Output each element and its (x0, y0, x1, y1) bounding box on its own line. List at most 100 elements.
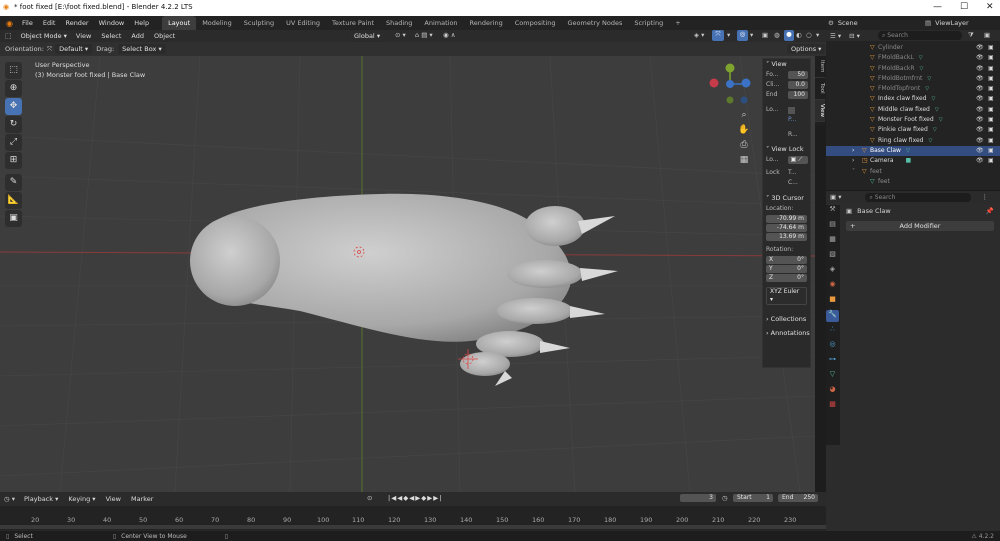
menu-edit[interactable]: Edit (38, 16, 61, 30)
outliner-search-input[interactable]: ⌕ Search (878, 31, 962, 40)
editor-type-icon[interactable]: ⬚ (0, 32, 17, 40)
constraints-tab-icon[interactable]: ⊶ (826, 355, 839, 367)
select-box-tool-icon[interactable]: ⬚ (5, 62, 22, 79)
expand-chevron-icon[interactable]: › (852, 146, 854, 156)
auto-keying-icon[interactable]: ⊙ (367, 494, 372, 502)
filter-funnel-icon[interactable]: ⧩ (968, 31, 974, 40)
tab-compositing[interactable]: Compositing (509, 16, 562, 30)
render-camera-icon[interactable]: ▣ (988, 105, 994, 115)
focal-field[interactable]: 50 (788, 71, 808, 79)
pan-hand-icon[interactable]: ✋ (738, 123, 750, 138)
object-tab-icon[interactable]: ■ (826, 295, 839, 307)
render-camera-icon[interactable]: ▣ (988, 115, 994, 125)
zoom-icon[interactable]: ⌕ (738, 108, 750, 123)
render-camera-icon[interactable]: ▣ (988, 43, 994, 53)
rotation-mode-dropdown[interactable]: XYZ Euler ▾ (766, 287, 807, 305)
overlays-dropdown-icon[interactable]: ▾ (750, 31, 753, 39)
cursor-rot-x-field[interactable]: X 0° (766, 256, 807, 264)
timeline-editor-icon[interactable]: ◷ ▾ (0, 495, 19, 503)
material-tab-icon[interactable]: ◕ (826, 385, 839, 397)
gizmo-toggle-icon[interactable]: ⤧ (712, 30, 724, 41)
outliner-item[interactable]: ▽ FMoldTopfront ▽ 👁 ▣ (826, 84, 1000, 94)
shading-wireframe-icon[interactable]: ◍ (774, 31, 780, 39)
render-camera-icon[interactable]: ▣ (988, 53, 994, 63)
visibility-eye-icon[interactable]: 👁 (976, 64, 984, 74)
render-camera-icon[interactable]: ▣ (988, 94, 994, 104)
prev-key-icon[interactable]: ◀◆ (397, 494, 409, 502)
shading-material-icon[interactable]: ◐ (796, 31, 802, 39)
visibility-eye-icon[interactable]: 👁 (976, 74, 984, 84)
outliner-editor-icon[interactable]: ☰ ▾ (826, 32, 845, 40)
tab-tool[interactable]: Tool (815, 78, 825, 100)
render-tab-icon[interactable]: ▤ (826, 220, 839, 232)
render-camera-icon[interactable]: ▣ (988, 136, 994, 146)
keying-menu[interactable]: Keying ▾ (63, 492, 100, 506)
outliner-item[interactable]: ▽ feet (826, 177, 1000, 187)
visibility-eye-icon[interactable]: 👁 (976, 84, 984, 94)
p-label[interactable]: P... (788, 115, 796, 125)
close-icon[interactable]: ✕ (986, 2, 994, 12)
menu-view[interactable]: View (71, 29, 96, 43)
cursor-loc-y-field[interactable]: -74.64 m (766, 224, 807, 232)
marker-menu[interactable]: Marker (126, 492, 158, 506)
render-camera-icon[interactable]: ▣ (988, 125, 994, 135)
lock-c-label[interactable]: C... (788, 178, 798, 188)
outliner-item[interactable]: ▽ Index claw fixed ▽ 👁 ▣ (826, 94, 1000, 104)
snap-icon[interactable]: ⌂ ▤ ▾ (415, 31, 433, 39)
output-tab-icon[interactable]: ▦ (826, 235, 839, 247)
menu-render[interactable]: Render (60, 16, 93, 30)
xray-icon[interactable]: ▣ (762, 31, 768, 39)
world-tab-icon[interactable]: ◉ (826, 280, 839, 292)
cursor-rot-z-field[interactable]: Z 0° (766, 274, 807, 282)
local-camera-checkbox[interactable] (788, 106, 795, 114)
camera-view-icon[interactable]: ⎙ (738, 138, 750, 153)
tab-modeling[interactable]: Modeling (196, 16, 238, 30)
properties-editor-icon[interactable]: ▣ ▾ (826, 193, 845, 201)
visibility-eye-icon[interactable]: 👁 (976, 53, 984, 63)
tab-layout[interactable]: Layout (162, 16, 197, 30)
physics-tab-icon[interactable]: ◎ (826, 340, 839, 352)
menu-object[interactable]: Object (149, 29, 180, 43)
gizmo-dropdown-icon[interactable]: ▾ (727, 31, 730, 39)
scene-tab-icon[interactable]: ◈ (826, 265, 839, 277)
visibility-eye-icon[interactable]: 👁 (976, 136, 984, 146)
minimize-icon[interactable]: — (933, 2, 942, 12)
outliner-item[interactable]: ▽ Middle claw fixed ▽ 👁 ▣ (826, 105, 1000, 115)
properties-search-input[interactable]: ⌕ Search (865, 192, 972, 202)
transform-tool-icon[interactable]: ⊞ (5, 152, 22, 169)
viewlock-section-title[interactable]: ˅ View Lock (763, 144, 810, 155)
jump-start-icon[interactable]: |◀ (388, 494, 397, 502)
tab-item[interactable]: Item (815, 56, 825, 78)
visibility-eye-icon[interactable]: 👁 (976, 94, 984, 104)
timeline-scrollbar[interactable] (0, 525, 826, 529)
drag-dropdown[interactable]: Select Box ▾ (118, 44, 166, 54)
tab-scripting[interactable]: Scripting (628, 16, 669, 30)
menu-window[interactable]: Window (94, 16, 130, 30)
tool-tab-icon[interactable]: ⚒ (826, 205, 839, 217)
transform-orientation-dropdown[interactable]: Global ▾ (350, 31, 385, 41)
options-dropdown[interactable]: Options ▾ (787, 44, 826, 54)
tab-rendering[interactable]: Rendering (464, 16, 509, 30)
tab-animation[interactable]: Animation (418, 16, 463, 30)
playback-menu[interactable]: Playback ▾ (19, 492, 63, 506)
outliner-item[interactable]: ▽ FMoldBackL ▽ 👁 ▣ (826, 53, 1000, 63)
shading-solid-icon[interactable]: ● (784, 30, 794, 41)
menu-add[interactable]: Add (126, 29, 149, 43)
render-camera-icon[interactable]: ▣ (988, 64, 994, 74)
next-key-icon[interactable]: ◆▶ (421, 494, 433, 502)
add-cube-tool-icon[interactable]: ▣ (5, 210, 22, 227)
pivot-icon[interactable]: ⊙ ▾ (395, 31, 406, 39)
tab-texture-paint[interactable]: Texture Paint (326, 16, 380, 30)
mode-dropdown[interactable]: Object Mode ▾ (16, 31, 71, 41)
shading-rendered-icon[interactable]: ○ (806, 31, 812, 39)
timeline-ruler[interactable]: 20 30 40 50 60 70 80 90 100 110 120 130 … (0, 506, 826, 530)
lock-object-field[interactable]: ▣ ⟋ (788, 156, 808, 164)
jump-end-icon[interactable]: ▶| (433, 494, 442, 502)
tab-shading[interactable]: Shading (380, 16, 418, 30)
render-camera-icon[interactable]: ▣ (988, 156, 994, 166)
foot-model[interactable] (190, 193, 618, 386)
render-camera-icon[interactable]: ▣ (988, 84, 994, 94)
add-modifier-button[interactable]: + Add Modifier (846, 221, 994, 231)
navigation-gizmo[interactable] (709, 63, 751, 104)
outliner-item[interactable]: ▽ Ring claw fixed ▽ 👁 ▣ (826, 136, 1000, 146)
